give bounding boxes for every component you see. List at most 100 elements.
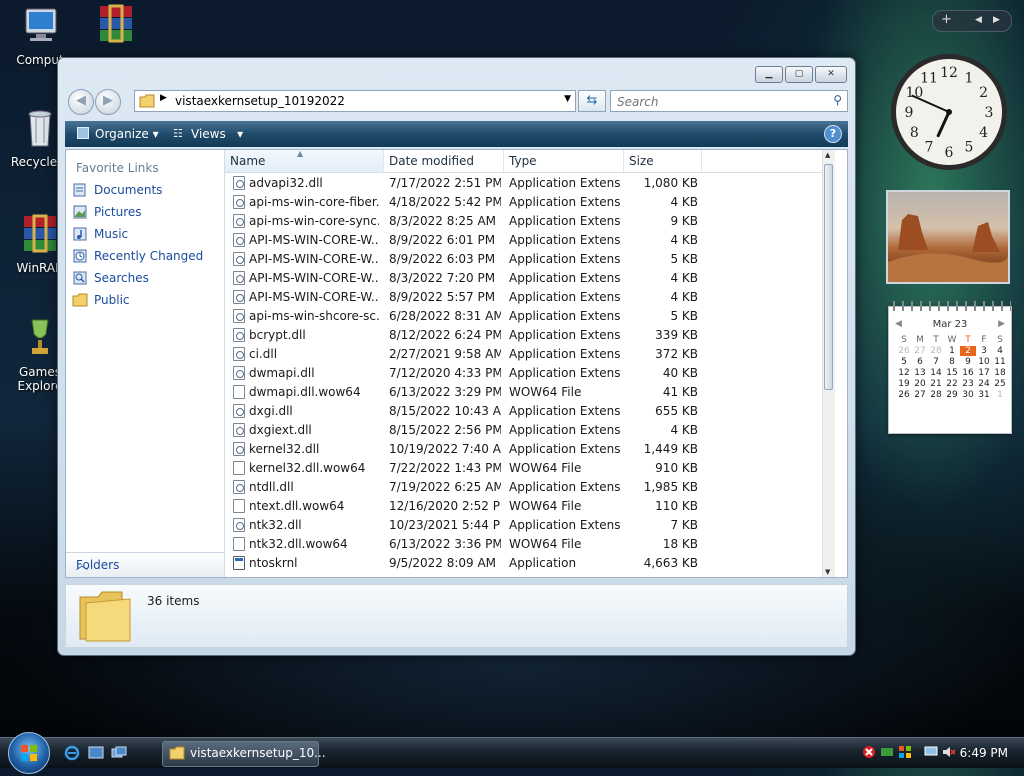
calendar-day[interactable]: 2 [960, 346, 976, 356]
calendar-day[interactable]: 28 [928, 346, 944, 356]
calendar-day[interactable]: 3 [976, 346, 992, 356]
calendar-day[interactable]: 4 [992, 346, 1008, 356]
vertical-scrollbar[interactable]: ▲ ▼ [822, 150, 835, 577]
calendar-day[interactable]: 1 [992, 390, 1008, 400]
file-row[interactable]: API-MS-WIN-CORE-W... 8/9/2022 6:01 PM Appl… [225, 231, 835, 250]
search-input[interactable] [615, 94, 819, 110]
address-dropdown-icon[interactable]: ▼ [564, 94, 571, 104]
calendar-day[interactable]: 31 [976, 390, 992, 400]
search-icon[interactable]: ⚲ [833, 93, 842, 107]
refresh-button[interactable]: ⇆ [578, 90, 606, 112]
calendar-day[interactable]: 14 [928, 368, 944, 378]
file-row[interactable]: API-MS-WIN-CORE-W... 8/9/2022 5:57 PM Appl… [225, 288, 835, 307]
calendar-day[interactable]: 6 [912, 357, 928, 367]
file-row[interactable]: api-ms-win-core-fiber... 4/18/2022 5:42 P… [225, 193, 835, 212]
nav-item-public[interactable]: Public [72, 290, 130, 310]
file-row[interactable]: api-ms-win-shcore-sc... 6/28/2022 8:31 AM… [225, 307, 835, 326]
previous-gadget-icon[interactable]: ◀ [975, 15, 982, 25]
calendar-day[interactable]: 9 [960, 357, 976, 367]
file-row[interactable]: dwmapi.dll 7/12/2020 4:33 PM Application E… [225, 364, 835, 383]
nav-item-searches[interactable]: Searches [72, 268, 149, 288]
slideshow-gadget[interactable] [886, 190, 1010, 284]
taskbar-button-explorer[interactable]: vistaexkernsetup_10... [162, 741, 326, 767]
calendar-day[interactable]: 10 [976, 357, 992, 367]
calendar-day[interactable]: 26 [896, 346, 912, 356]
file-row[interactable]: dxgiext.dll 8/15/2022 2:56 PM Application … [225, 421, 835, 440]
calendar-day[interactable]: 25 [992, 379, 1008, 389]
file-row[interactable]: dxgi.dll 8/15/2022 10:43 AM Application Ex… [225, 402, 835, 421]
nav-item-pictures[interactable]: Pictures [72, 202, 142, 222]
calendar-day[interactable]: 11 [992, 357, 1008, 367]
address-bar[interactable]: ▶ vistaexkernsetup_10192022 ▼ [134, 90, 576, 112]
scroll-thumb[interactable] [824, 164, 833, 390]
calendar-day[interactable]: 30 [960, 390, 976, 400]
nav-item-documents[interactable]: Documents [72, 180, 162, 200]
calendar-day[interactable]: 21 [928, 379, 944, 389]
calendar-day[interactable]: 20 [912, 379, 928, 389]
file-row[interactable]: ntk32.dll.wow64 6/13/2022 3:36 PM WOW64 Fi… [225, 535, 835, 554]
calendar-day[interactable]: 15 [944, 368, 960, 378]
calendar-day[interactable]: 13 [912, 368, 928, 378]
nav-item-recently-changed[interactable]: Recently Changed [72, 246, 203, 266]
file-row[interactable]: ntext.dll.wow64 12/16/2020 2:52 PM WOW64 F… [225, 497, 835, 516]
windows-update-icon[interactable] [898, 745, 912, 759]
calendar-day[interactable]: 23 [960, 379, 976, 389]
column-name[interactable]: Name ▲ [225, 149, 384, 172]
file-row[interactable]: ci.dll 2/27/2021 9:58 AM Application Exten… [225, 345, 835, 364]
file-row[interactable]: API-MS-WIN-CORE-W... 8/9/2022 6:03 PM Appl… [225, 250, 835, 269]
calendar-day[interactable]: 19 [896, 379, 912, 389]
calendar-day[interactable]: 7 [928, 357, 944, 367]
file-row[interactable]: dwmapi.dll.wow64 6/13/2022 3:29 PM WOW64 F… [225, 383, 835, 402]
calendar-day[interactable]: 8 [944, 357, 960, 367]
file-row[interactable]: API-MS-WIN-CORE-W... 8/3/2022 7:20 PM Appl… [225, 269, 835, 288]
search-box[interactable]: ⚲ [610, 90, 848, 112]
calendar-day[interactable]: 28 [928, 390, 944, 400]
calendar-day[interactable]: 22 [944, 379, 960, 389]
add-gadget-icon[interactable]: + [941, 12, 952, 27]
calendar-day[interactable]: 29 [944, 390, 960, 400]
calendar-next-icon[interactable]: ▶ [998, 319, 1005, 329]
calendar-day[interactable]: 16 [960, 368, 976, 378]
folders-toggle[interactable]: Folders ︿ [66, 552, 224, 577]
close-button[interactable]: ✕ [815, 66, 847, 83]
security-alert-icon[interactable] [862, 745, 876, 759]
volume-muted-icon[interactable] [942, 745, 956, 759]
file-row[interactable]: advapi32.dll 7/17/2022 2:51 PM Application… [225, 174, 835, 193]
desktop-icon-winrar-top[interactable] [76, 4, 156, 51]
internet-explorer-icon[interactable] [64, 745, 80, 761]
maximize-button[interactable]: ▢ [785, 66, 813, 83]
calendar-day[interactable]: 27 [912, 390, 928, 400]
minimize-button[interactable]: ▁ [755, 66, 783, 83]
calendar-day[interactable]: 12 [896, 368, 912, 378]
column-size[interactable]: Size [624, 150, 702, 172]
network-icon[interactable] [880, 745, 894, 759]
switch-windows-icon[interactable] [111, 745, 127, 761]
show-desktop-icon[interactable] [88, 745, 104, 761]
forward-button[interactable]: ▶ [95, 89, 121, 115]
calendar-day[interactable]: 5 [896, 357, 912, 367]
organize-button[interactable]: Organize ▾ [95, 127, 159, 141]
taskbar-clock[interactable]: 6:49 PM [960, 746, 1008, 760]
file-row[interactable]: ntoskrnl 9/5/2022 8:09 AM Application 4,663… [225, 554, 835, 573]
monitor-icon[interactable] [924, 745, 938, 759]
back-button[interactable]: ◀ [68, 89, 94, 115]
column-type[interactable]: Type [504, 150, 624, 172]
views-button[interactable]: Views ▾ [191, 127, 243, 141]
calendar-gadget[interactable]: ◀ Mar 23 ▶ S M T W T F S 26 27 28 1 2 3 4 5 6 7 8 9 10 11 12 1… [888, 301, 1012, 434]
nav-item-music[interactable]: Music [72, 224, 128, 244]
scroll-down-icon[interactable]: ▼ [825, 568, 830, 576]
calendar-day[interactable]: 18 [992, 368, 1008, 378]
file-row[interactable]: kernel32.dll.wow64 7/22/2022 1:43 PM WOW64… [225, 459, 835, 478]
calendar-day[interactable]: 26 [896, 390, 912, 400]
file-row[interactable]: api-ms-win-core-sync... 8/3/2022 8:25 AM A… [225, 212, 835, 231]
calendar-day[interactable]: 27 [912, 346, 928, 356]
help-icon[interactable]: ? [824, 125, 842, 143]
file-row[interactable]: kernel32.dll 10/19/2022 7:40 AM Applicatio… [225, 440, 835, 459]
calendar-day[interactable]: 24 [976, 379, 992, 389]
file-row[interactable]: bcrypt.dll 8/12/2022 6:24 PM Application E… [225, 326, 835, 345]
calendar-day[interactable]: 17 [976, 368, 992, 378]
scroll-up-icon[interactable]: ▲ [825, 151, 830, 159]
file-row[interactable]: ntdll.dll 7/19/2022 6:25 AM Application Ex… [225, 478, 835, 497]
next-gadget-icon[interactable]: ▶ [993, 15, 1000, 25]
file-row[interactable]: ntk32.dll 10/23/2021 5:44 PM Application E… [225, 516, 835, 535]
